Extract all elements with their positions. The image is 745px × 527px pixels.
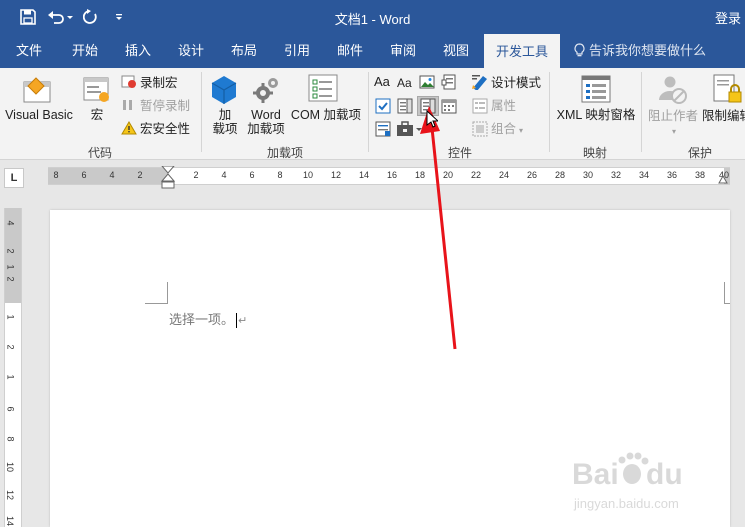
svg-text:jingyan.baidu.com: jingyan.baidu.com — [573, 496, 679, 511]
svg-text:du: du — [646, 458, 683, 491]
svg-text:Bai: Bai — [572, 458, 619, 491]
mouse-cursor-icon — [426, 110, 438, 128]
baidu-jingyan-watermark: Bai du jingyan.baidu.com — [572, 452, 683, 511]
